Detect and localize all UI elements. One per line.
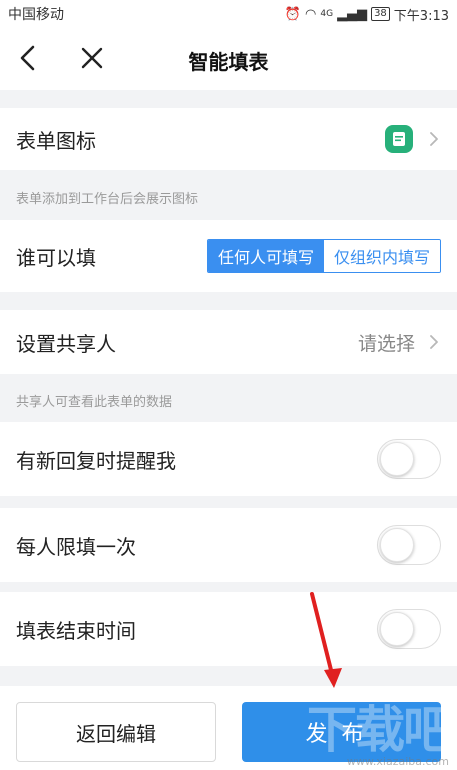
carrier-label: 中国移动	[8, 7, 64, 23]
limit-once-row: 每人限填一次	[0, 508, 457, 582]
sharer-row[interactable]: 设置共享人 请选择	[0, 310, 457, 374]
sharer-hint: 共享人可查看此表单的数据	[16, 395, 173, 410]
end-time-row: 填表结束时间	[0, 592, 457, 666]
form-icon-hint: 表单添加到工作台后会展示图标	[16, 192, 199, 207]
end-time-label: 填表结束时间	[16, 618, 136, 643]
notify-reply-label: 有新回复时提醒我	[16, 448, 176, 473]
option-org-only[interactable]: 仅组织内填写	[323, 240, 440, 272]
who-can-fill-row: 谁可以填 任何人可填写 仅组织内填写	[0, 220, 457, 292]
who-can-fill-label: 谁可以填	[16, 245, 96, 270]
form-icon-label: 表单图标	[16, 128, 96, 153]
watermark-logo: 下载吧	[307, 701, 453, 759]
notify-reply-row: 有新回复时提醒我	[0, 422, 457, 496]
document-icon	[385, 125, 413, 153]
form-icon-value	[385, 125, 441, 153]
form-icon-row[interactable]: 表单图标	[0, 108, 457, 170]
sharer-value: 请选择	[358, 329, 441, 356]
who-can-fill-selector: 任何人可填写 仅组织内填写	[206, 239, 441, 273]
sharer-placeholder: 请选择	[357, 332, 415, 355]
wifi-icon: ◠	[305, 6, 317, 22]
chevron-right-icon	[430, 335, 438, 349]
end-time-toggle[interactable]	[377, 609, 441, 649]
limit-once-label: 每人限填一次	[16, 534, 136, 559]
return-edit-button[interactable]: 返回编辑	[16, 702, 216, 762]
signal-icon: ▂▄▆	[337, 6, 368, 22]
chevron-right-icon	[430, 132, 438, 146]
toggle-knob	[380, 528, 414, 562]
alarm-icon: ⏰	[284, 6, 302, 22]
toggle-knob	[380, 442, 414, 476]
status-bar: 中国移动 ⏰ ◠ 4G ▂▄▆ 38 下午3:13	[0, 0, 457, 28]
limit-once-toggle[interactable]	[377, 525, 441, 565]
nav-bar: 智能填表	[0, 28, 457, 90]
status-time: 下午3:13	[393, 8, 449, 24]
page-title: 智能填表	[188, 50, 269, 74]
notify-reply-toggle[interactable]	[377, 439, 441, 479]
signal-type: 4G	[320, 9, 334, 19]
status-indicators: ⏰ ◠ 4G ▂▄▆ 38 下午3:13	[285, 5, 449, 24]
sharer-label: 设置共享人	[16, 331, 116, 356]
option-anyone[interactable]: 任何人可填写	[207, 240, 324, 272]
annotation-arrow-icon	[310, 592, 342, 688]
battery-icon: 38	[371, 7, 390, 21]
toggle-knob	[380, 612, 414, 646]
